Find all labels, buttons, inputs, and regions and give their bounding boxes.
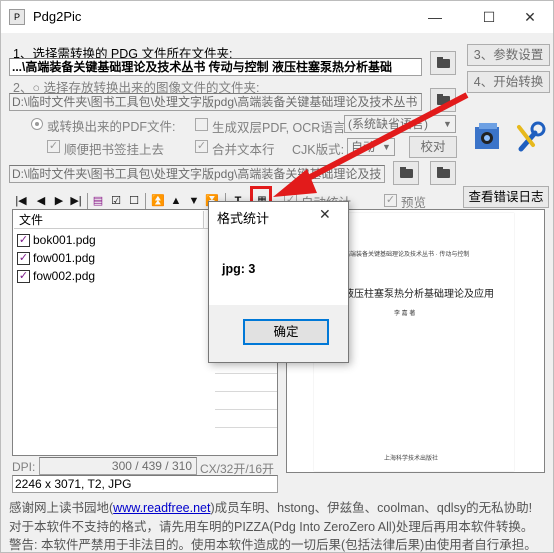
format-stats-dialog: 格式统计 ✕ jpg: 3 确定	[208, 201, 349, 363]
toolbar-separator	[87, 193, 88, 209]
merge-lines-checkbox[interactable]: ✓	[195, 140, 208, 153]
file-checkbox[interactable]: ✓	[17, 270, 30, 283]
grid-line	[215, 391, 277, 392]
close-button[interactable]: ✕	[507, 1, 553, 33]
pdf-output-radio[interactable]	[31, 118, 43, 130]
browse-source-button[interactable]	[430, 51, 456, 75]
dpi-label: DPI:	[12, 460, 36, 474]
bookmark-label: 顺便把书签挂上去	[64, 143, 165, 157]
window-title: Pdg2Pic	[33, 9, 82, 24]
top-icon[interactable]: ⏫	[151, 194, 165, 208]
footer-credits-prefix: 感谢网上读书园地(	[9, 501, 114, 515]
file-checkbox[interactable]: ✓	[17, 234, 30, 247]
settings-button[interactable]: 3、参数设置	[467, 44, 550, 66]
file-name: fow002.pdg	[33, 269, 96, 283]
minimize-button[interactable]: —	[412, 1, 458, 33]
next-icon[interactable]: ▶	[52, 194, 66, 208]
readfree-link[interactable]: www.readfree.net	[113, 501, 210, 515]
footer-note: 对于本软件不支持的格式，请先用车明的PIZZA(Pdg Into ZeroZer…	[9, 520, 534, 534]
dialog-title-bar: 格式统计 ✕	[209, 202, 348, 230]
dual-layer-checkbox[interactable]	[195, 118, 208, 131]
footer-credits-suffix: )成员车明、hstong、伊兹鱼、coolman、qdlsy的无私协助!	[210, 501, 533, 515]
image-info-field: 2246 x 3071, T2, JPG	[12, 475, 278, 493]
app-icon: P	[9, 9, 25, 25]
footer-credits: 感谢网上读书园地(www.readfree.net)成员车明、hstong、伊兹…	[9, 497, 532, 516]
pdg-icon[interactable]: ▤	[91, 194, 105, 208]
toolbar-separator	[145, 193, 146, 209]
last-icon[interactable]: ▶|	[69, 194, 83, 208]
ok-button[interactable]: 确定	[243, 319, 329, 345]
grid-line	[215, 427, 277, 428]
merge-lines-label: 合并文本行	[212, 143, 275, 157]
dialog-footer: 确定	[209, 305, 348, 362]
down-icon[interactable]: ▼	[187, 194, 201, 208]
up-icon[interactable]: ▲	[169, 194, 183, 208]
dialog-title: 格式统计	[217, 211, 270, 226]
first-icon[interactable]: |◀	[14, 194, 28, 208]
title-bar: P Pdg2Pic — ☐ ✕	[1, 1, 553, 33]
dialog-message: jpg: 3	[222, 262, 256, 276]
grid-line	[215, 373, 277, 374]
maximize-button[interactable]: ☐	[466, 1, 512, 33]
file-name: bok001.pdg	[33, 233, 96, 247]
footer-warning: 警告: 本软件严禁用于非法目的。使用本软件造成的一切后果(包括法律后果)由使用者…	[9, 538, 537, 552]
close-icon[interactable]: ✕	[319, 206, 331, 223]
page-publisher: 上海科学技术出版社	[384, 456, 439, 462]
pdf-output-label: 或转换出来的PDF文件:	[47, 120, 176, 134]
file-name: fow001.pdg	[33, 251, 96, 265]
uncheck-icon[interactable]: ☐	[127, 194, 141, 208]
bookmark-checkbox[interactable]: ✓	[47, 140, 60, 153]
wrench-icon[interactable]	[513, 119, 547, 155]
page-title: 液压柱塞泵热分析基础理论及应用	[344, 289, 494, 300]
page-series: 高端装备关键基础理论及技术丛书 · 传动与控制	[344, 252, 470, 258]
prev-icon[interactable]: ◀	[34, 194, 48, 208]
file-checkbox[interactable]: ✓	[17, 252, 30, 265]
grid-line	[215, 409, 277, 410]
check-icon[interactable]: ☑	[109, 194, 123, 208]
main-window: P Pdg2Pic — ☐ ✕ 1、选择需转换的 PDG 文件所在文件夹: ..…	[0, 0, 554, 553]
dpi-field: 300 / 439 / 310	[39, 457, 197, 475]
start-convert-button[interactable]: 4、开始转换	[467, 71, 550, 93]
file-column-header[interactable]: 文件	[14, 211, 204, 229]
source-folder-field[interactable]: ...\高端装备关键基础理论及技术丛书 传动与控制 液压柱塞泵热分析基础	[9, 58, 422, 76]
annotation-arrow	[273, 92, 469, 197]
dialog-body: jpg: 3	[209, 230, 348, 305]
page-author: 李 嘉 著	[394, 311, 416, 317]
